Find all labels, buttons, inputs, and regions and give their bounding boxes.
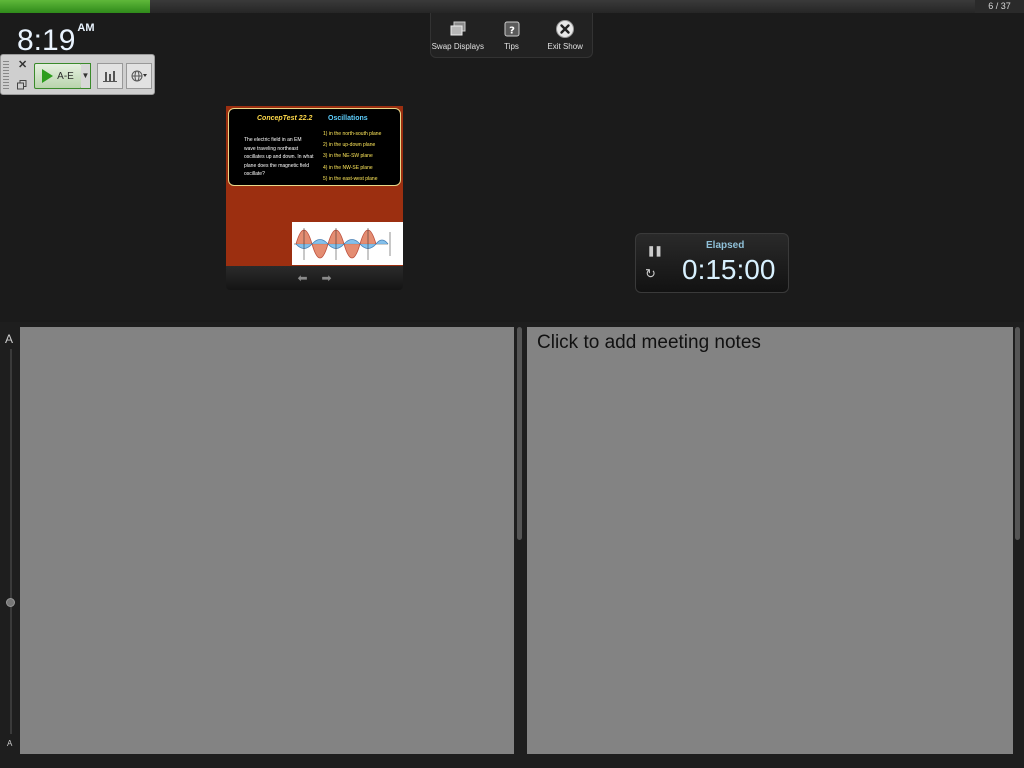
exit-show-label: Exit Show [547, 42, 583, 51]
arrow-right-icon[interactable]: ➡ [322, 271, 332, 285]
dropdown-arrow-icon[interactable]: ▼ [81, 63, 91, 89]
slide-title: ConcepTest 22.2 [257, 115, 313, 122]
arrow-left-icon[interactable]: ⬅ [297, 271, 307, 285]
em-wave-diagram [292, 222, 403, 265]
presenter-toolbar: Swap Displays ? Tips Exit Show [430, 13, 593, 58]
start-poll-label: A-E [57, 70, 74, 82]
current-time: 8:19 AM [17, 22, 95, 58]
font-size-small-label: A [7, 739, 13, 748]
font-size-knob[interactable] [6, 598, 15, 607]
copy-icon[interactable] [17, 77, 27, 90]
elapsed-timer: ❚❚ ↻ Elapsed 0:15:00 [635, 233, 789, 293]
slide-progress-fill [0, 0, 150, 13]
slide-option: 5) in the east-west plane [323, 175, 378, 182]
slide-progress-bar [0, 0, 975, 13]
tips-icon: ? [502, 19, 522, 39]
font-size-track[interactable] [10, 349, 12, 734]
polling-widget: ✕ A-E ▼ [0, 54, 155, 95]
svg-text:?: ? [509, 26, 515, 37]
slide-option: 3) in the NE-SW plane [323, 153, 373, 160]
timer-value: 0:15:00 [682, 254, 776, 285]
pause-icon[interactable]: ❚❚ [647, 246, 663, 257]
slide-question: The electric field in an EM wave traveli… [244, 137, 314, 178]
timer-label: Elapsed [706, 240, 745, 251]
notes-left-scrollbar[interactable] [517, 327, 522, 540]
globe-icon[interactable] [126, 63, 152, 89]
slide-option: 4) in the NW-SE plane [323, 164, 373, 171]
font-size-slider[interactable]: A A [3, 327, 18, 754]
slide-option: 1) in the north-south plane [323, 131, 382, 137]
notes-right-scrollbar[interactable] [1015, 327, 1020, 540]
exit-show-button[interactable]: Exit Show [538, 19, 592, 51]
clock-time: 8:19 [17, 24, 76, 57]
current-slide-preview[interactable]: ConcepTest 22.2 Oscillations The electri… [226, 106, 403, 266]
slide-options: 1) in the north-south plane 2) in the up… [323, 129, 381, 185]
tips-label: Tips [504, 42, 519, 51]
slide-option: 2) in the up-down plane [323, 142, 376, 149]
close-icon[interactable]: ✕ [18, 60, 27, 71]
reset-icon[interactable]: ↻ [645, 266, 656, 282]
font-size-large-label: A [5, 332, 14, 346]
meeting-notes-placeholder[interactable]: Click to add meeting notes [537, 332, 761, 354]
play-icon [42, 69, 54, 83]
clock-ampm: AM [77, 22, 95, 34]
slide-navigation: ⬅ ➡ [226, 266, 403, 290]
tips-button[interactable]: ? Tips [485, 19, 539, 51]
drag-handle[interactable] [3, 61, 9, 89]
slide-question-panel: ConcepTest 22.2 Oscillations The electri… [228, 108, 401, 186]
slide-counter: 6 / 37 [975, 0, 1024, 13]
exit-show-icon [555, 19, 575, 39]
meeting-notes-pane[interactable]: Click to add meeting notes [527, 327, 1020, 754]
start-poll-button[interactable]: A-E [34, 63, 82, 89]
slide-topic: Oscillations [328, 115, 368, 122]
presenter-notes-pane[interactable] [20, 327, 522, 754]
swap-displays-button[interactable]: Swap Displays [431, 19, 485, 51]
bar-chart-icon[interactable] [97, 63, 123, 89]
swap-displays-label: Swap Displays [431, 42, 485, 51]
swap-displays-icon [448, 19, 468, 39]
